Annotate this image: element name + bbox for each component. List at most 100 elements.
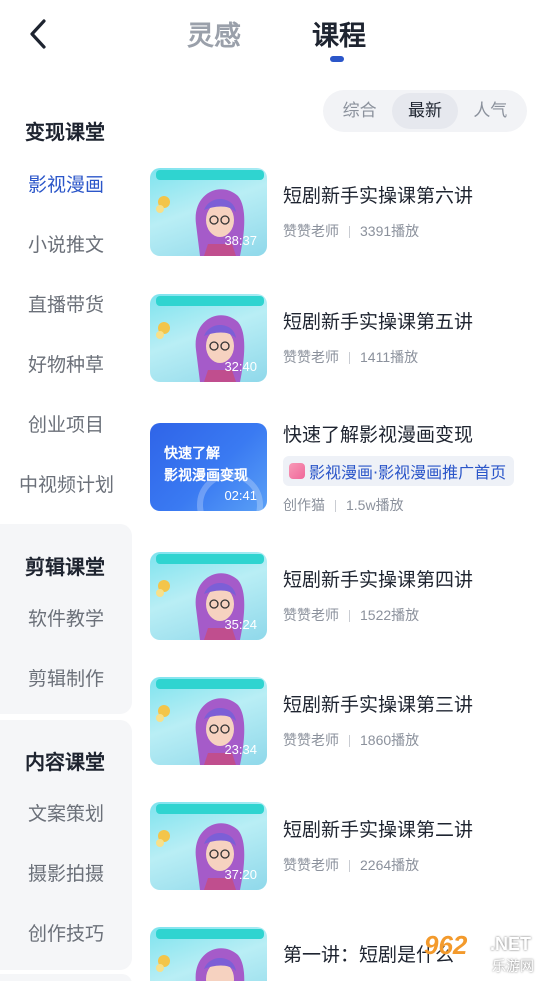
course-info: 快速了解影视漫画变现 影视漫画·影视漫画推广首页 创作猫 1.5w播放	[283, 423, 540, 515]
flower-icon	[156, 830, 170, 847]
video-duration: 38:37	[224, 233, 257, 248]
thumbnail-banner	[156, 170, 264, 180]
course-item[interactable]: 37:20 短剧新手实操课第二讲 赞赞老师 2264播放	[150, 802, 540, 892]
flower-icon	[156, 955, 170, 972]
course-tag-label: 影视漫画·影视漫画推广首页	[309, 463, 507, 482]
sidebar-item-mid-video-plan[interactable]: 中视频计划	[19, 470, 114, 497]
course-author: 创作猫	[283, 497, 325, 513]
video-duration: 32:40	[224, 359, 257, 374]
course-title: 短剧新手实操课第二讲	[283, 819, 474, 841]
course-title: 短剧新手实操课第三讲	[283, 694, 474, 716]
course-author: 赞赞老师	[283, 732, 339, 748]
comic-tag-icon	[289, 463, 305, 479]
course-info: 短剧新手实操课第六讲 赞赞老师 3391播放	[283, 168, 540, 241]
course-thumbnail: 38:37	[150, 168, 267, 256]
course-meta: 赞赞老师 1860播放	[283, 730, 540, 750]
sidebar-item-livestream-sales[interactable]: 直播带货	[28, 290, 104, 317]
top-bar: 灵感 课程	[0, 0, 551, 80]
meta-divider	[349, 226, 350, 239]
course-plays: 1.5w播放	[346, 497, 404, 513]
course-thumbnail: 32:40	[150, 294, 267, 382]
sidebar-item-photography[interactable]: 摄影拍摄	[28, 859, 104, 886]
course-meta: 赞赞老师 2264播放	[283, 855, 540, 875]
sidebar-item-novel-promo[interactable]: 小说推文	[28, 230, 104, 257]
course-plays: 1522播放	[360, 607, 420, 623]
thumbnail-banner	[156, 296, 264, 306]
video-duration: 37:20	[224, 867, 257, 882]
site-watermark: 962 .NET 乐游网	[410, 928, 546, 978]
meta-divider	[349, 610, 350, 623]
group-block-next	[0, 974, 132, 981]
course-title: 短剧新手实操课第五讲	[283, 311, 474, 333]
sort-comprehensive[interactable]: 综合	[327, 93, 392, 129]
course-meta: 创作猫 1.5w播放	[283, 495, 540, 515]
course-item[interactable]: 23:34 短剧新手实操课第三讲 赞赞老师 1860播放	[150, 677, 540, 767]
course-info: 短剧新手实操课第三讲 赞赞老师 1860播放	[283, 677, 540, 750]
course-plays: 1860播放	[360, 732, 420, 748]
group-title-monetization: 变现课堂	[25, 120, 105, 144]
course-title: 短剧新手实操课第四讲	[283, 569, 474, 591]
thumbnail-banner	[156, 804, 264, 814]
flower-icon	[156, 196, 170, 213]
course-author: 赞赞老师	[283, 607, 339, 623]
sidebar-item-startup-projects[interactable]: 创业项目	[28, 410, 104, 437]
course-title: 快速了解影视漫画变现	[283, 424, 474, 446]
course-info: 短剧新手实操课第五讲 赞赞老师 1411播放	[283, 294, 540, 367]
meta-divider	[335, 500, 336, 513]
group-title-editing: 剪辑课堂	[25, 555, 105, 579]
sort-popular[interactable]: 人气	[458, 93, 523, 129]
girl-avatar-icon	[195, 948, 245, 981]
course-info: 短剧新手实操课第四讲 赞赞老师 1522播放	[283, 552, 540, 625]
course-info: 短剧新手实操课第二讲 赞赞老师 2264播放	[283, 802, 540, 875]
flower-icon	[156, 322, 170, 339]
video-duration: 23:34	[224, 742, 257, 757]
video-duration: 35:24	[224, 617, 257, 632]
course-tag[interactable]: 影视漫画·影视漫画推广首页	[283, 456, 515, 486]
flower-icon	[156, 705, 170, 722]
sidebar-item-editing-production[interactable]: 剪辑制作	[28, 664, 104, 691]
sort-latest[interactable]: 最新	[392, 93, 458, 129]
course-item[interactable]: 38:37 短剧新手实操课第六讲 赞赞老师 3391播放	[150, 168, 540, 258]
group-title-content: 内容课堂	[25, 750, 105, 774]
course-thumbnail: 37:20	[150, 802, 267, 890]
course-plays: 2264播放	[360, 857, 420, 873]
course-item[interactable]: 35:24 短剧新手实操课第四讲 赞赞老师 1522播放	[150, 552, 540, 642]
tab-courses[interactable]: 课程	[312, 14, 366, 53]
course-author: 赞赞老师	[283, 223, 339, 239]
tab-inspiration[interactable]: 灵感	[187, 14, 241, 53]
course-author: 赞赞老师	[283, 857, 339, 873]
meta-divider	[349, 352, 350, 365]
sidebar-item-copywriting[interactable]: 文案策划	[28, 799, 104, 826]
sidebar-item-creation-tips[interactable]: 创作技巧	[28, 919, 104, 946]
thumbnail-banner	[156, 679, 264, 689]
sidebar-item-film-comics[interactable]: 影视漫画	[28, 170, 104, 197]
watermark-subtitle: 乐游网	[492, 959, 534, 975]
course-meta: 赞赞老师 1411播放	[283, 347, 540, 367]
course-thumbnail: 快速了解 影视漫画变现 02:41	[150, 423, 267, 511]
course-plays: 1411播放	[360, 349, 419, 365]
course-plays: 3391播放	[360, 223, 420, 239]
course-meta: 赞赞老师 1522播放	[283, 605, 540, 625]
video-duration: 02:41	[224, 488, 257, 503]
sidebar-item-software-tutorial[interactable]: 软件教学	[28, 604, 104, 631]
course-item[interactable]: 快速了解 影视漫画变现 02:41 快速了解影视漫画变现 影视漫画·影视漫画推广…	[150, 423, 540, 513]
course-item[interactable]: 32:40 短剧新手实操课第五讲 赞赞老师 1411播放	[150, 294, 540, 384]
flower-icon	[156, 580, 170, 597]
thumbnail-banner	[156, 554, 264, 564]
thumbnail-banner	[156, 929, 264, 939]
active-tab-indicator	[330, 56, 344, 62]
sort-segmented-control: 综合 最新 人气	[323, 90, 527, 132]
meta-divider	[349, 735, 350, 748]
thumbnail-text-line2: 影视漫画变现	[164, 468, 248, 484]
watermark-domain: .NET	[490, 934, 532, 954]
course-thumbnail	[150, 927, 267, 981]
chevron-left-icon	[30, 19, 46, 49]
course-thumbnail: 35:24	[150, 552, 267, 640]
sidebar-item-product-seeding[interactable]: 好物种草	[28, 350, 104, 377]
watermark-number: 962	[424, 930, 468, 960]
course-thumbnail: 23:34	[150, 677, 267, 765]
course-author: 赞赞老师	[283, 349, 339, 365]
course-meta: 赞赞老师 3391播放	[283, 221, 540, 241]
course-title: 短剧新手实操课第六讲	[283, 185, 474, 207]
back-button[interactable]	[22, 16, 54, 52]
